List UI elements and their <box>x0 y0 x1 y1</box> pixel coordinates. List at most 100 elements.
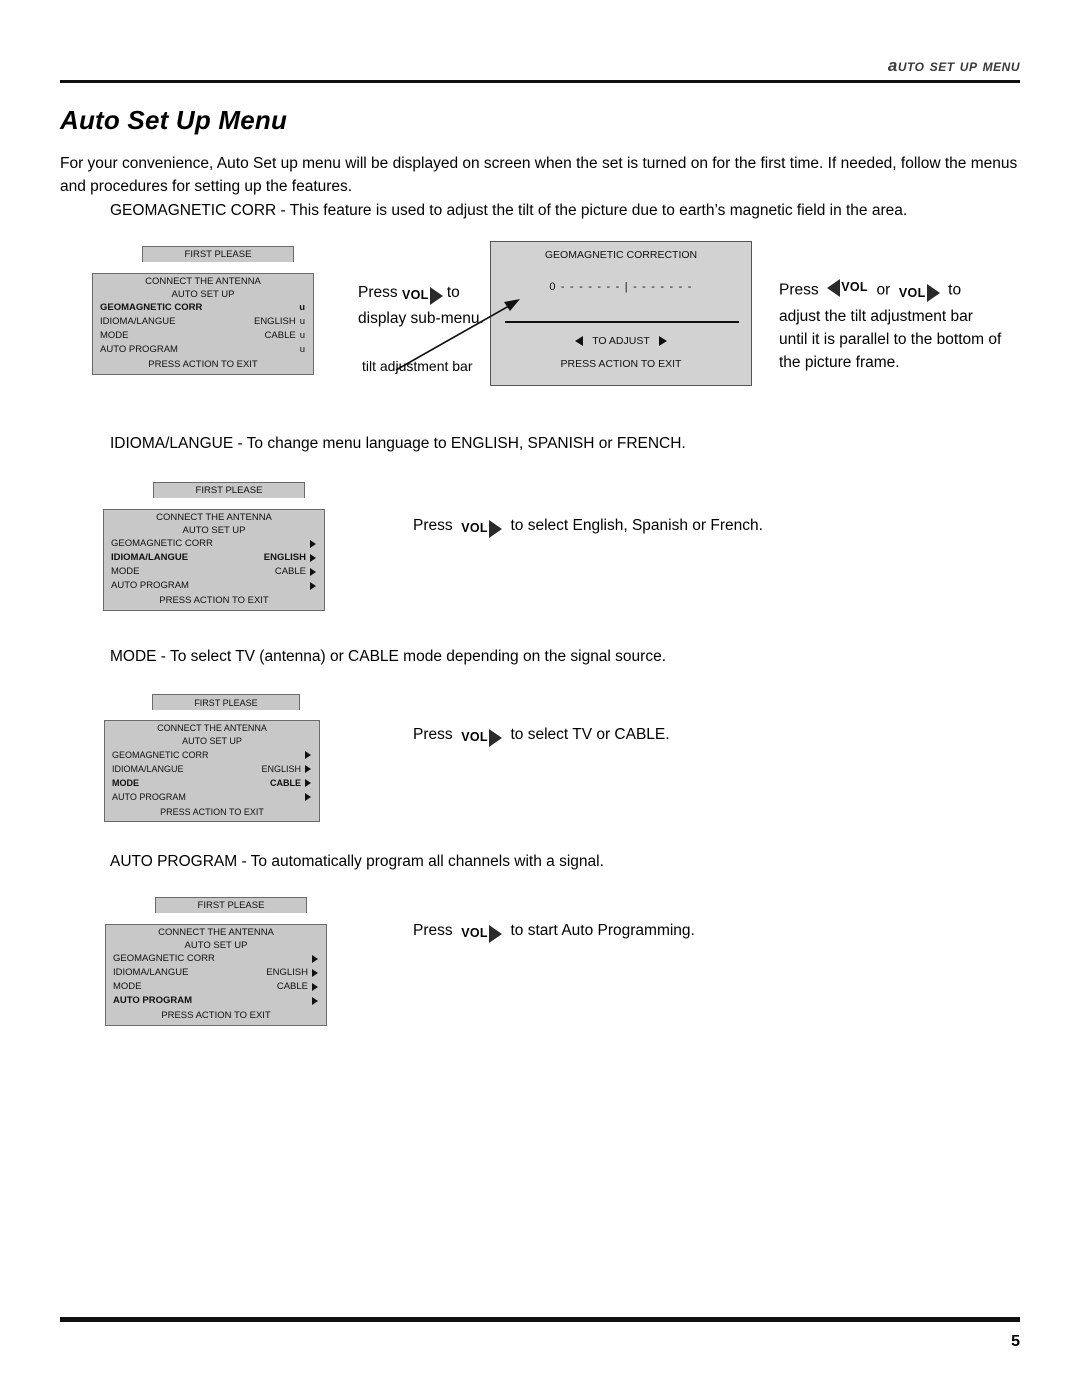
right-arrow-icon <box>310 582 316 590</box>
osd-row-mode[interactable]: MODE CABLE u <box>93 329 313 343</box>
osd-body: CONNECT THE ANTENNA AUTO SET UP GEOMAGNE… <box>105 924 327 1026</box>
osd-row-label: IDIOMA/LANGUE <box>113 967 189 978</box>
osd-tab: FIRST PLEASE <box>142 246 294 262</box>
right-arrow-icon <box>305 793 311 801</box>
osd-tab: FIRST PLEASE <box>153 482 305 498</box>
osd-row-mode[interactable]: MODE CABLE <box>104 565 324 579</box>
section-description-idioma: IDIOMA/LANGUE - To change menu language … <box>110 435 686 452</box>
osd-row-idioma[interactable]: IDIOMA/LANGUE ENGLISH <box>105 762 319 776</box>
right-arrow-icon <box>305 751 311 759</box>
submenu-title: GEOMAGNETIC CORRECTION <box>544 249 698 261</box>
instruction-tail: to select TV or CABLE. <box>510 726 670 743</box>
left-arrow-icon <box>827 278 841 297</box>
callout-label-tilt-bar: tilt adjustment bar <box>362 358 473 374</box>
osd-tab-line1: FIRST PLEASE <box>184 249 252 260</box>
osd-row-label: IDIOMA/LANGUE <box>112 764 184 774</box>
section-description-mode: MODE - To select TV (antenna) or CABLE m… <box>110 648 667 665</box>
osd-row-label: MODE <box>111 566 140 577</box>
osd-row-value: CABLE <box>264 330 296 341</box>
osd-tab-line1: FIRST PLEASE <box>194 698 258 708</box>
press-label: Press <box>779 281 819 299</box>
osd-subtitle: AUTO SET UP <box>182 525 246 536</box>
osd-tab-line2: CONNECT THE ANTENNA <box>156 512 272 523</box>
right-arrow-icon: u <box>299 302 305 313</box>
osd-row-geomagnetic[interactable]: GEOMAGNETIC CORR <box>106 952 326 966</box>
osd-body: CONNECT THE ANTENNA AUTO SET UP GEOMAGNE… <box>104 720 320 822</box>
osd-row-auto-program[interactable]: AUTO PROGRAM <box>106 994 326 1008</box>
osd-row-mode[interactable]: MODE CABLE <box>106 980 326 994</box>
osd-subtitle: AUTO SET UP <box>171 289 235 300</box>
submenu-footer: PRESS ACTION TO EXIT <box>560 358 682 370</box>
osd-row-value: ENGLISH <box>263 552 306 563</box>
osd-row-mode[interactable]: MODE CABLE <box>105 776 319 790</box>
right-arrow-icon <box>305 779 311 787</box>
vol-left-button[interactable]: VOL <box>827 276 868 299</box>
osd-row-auto-program[interactable]: AUTO PROGRAM <box>105 790 319 804</box>
page-title: Auto Set Up Menu <box>60 105 288 136</box>
osd-row-geomagnetic[interactable]: GEOMAGNETIC CORR u <box>93 301 313 315</box>
osd-row-geomagnetic[interactable]: GEOMAGNETIC CORR <box>105 748 319 762</box>
right-arrow-icon <box>488 728 502 747</box>
osd-row-label: MODE <box>112 778 139 788</box>
osd-row-label: GEOMAGNETIC CORR <box>113 953 215 964</box>
right-arrow-icon[interactable] <box>658 336 667 346</box>
osd-row-idioma[interactable]: IDIOMA/LANGUE ENGLISH <box>104 551 324 565</box>
osd-row-label: GEOMAGNETIC CORR <box>100 302 203 313</box>
press-label: Press <box>413 922 453 939</box>
right-arrow-icon <box>926 284 940 302</box>
right-arrow-icon <box>312 983 318 991</box>
osd-footer: PRESS ACTION TO EXIT <box>160 807 264 817</box>
right-arrow-icon <box>310 568 316 576</box>
osd-footer: PRESS ACTION TO EXIT <box>148 359 258 370</box>
vol-right-button[interactable]: VOL <box>461 726 502 749</box>
vol-right-button[interactable]: VOL <box>899 282 940 305</box>
osd-row-value: ENGLISH <box>253 316 296 327</box>
press-label: Press <box>413 517 453 534</box>
press-label: Press <box>413 726 453 743</box>
right-arrow-icon <box>488 519 502 538</box>
osd-row-label: AUTO PROGRAM <box>111 580 189 591</box>
osd-row-label: AUTO PROGRAM <box>113 995 192 1006</box>
osd-row-auto-program[interactable]: AUTO PROGRAM u <box>93 343 313 357</box>
right-arrow-icon <box>312 969 318 977</box>
osd-row-label: GEOMAGNETIC CORR <box>112 750 209 760</box>
osd-body: CONNECT THE ANTENNA AUTO SET UP GEOMAGNE… <box>92 273 314 375</box>
osd-subtitle: AUTO SET UP <box>184 940 248 951</box>
osd-row-label: GEOMAGNETIC CORR <box>111 538 213 549</box>
right-arrow-icon <box>305 765 311 773</box>
left-arrow-icon[interactable] <box>575 336 584 346</box>
osd-row-label: IDIOMA/LANGUE <box>111 552 189 563</box>
right-arrow-icon: u <box>299 330 305 341</box>
osd-row-value: ENGLISH <box>266 967 308 978</box>
osd-row-label: MODE <box>100 330 129 341</box>
right-arrow-icon <box>310 540 316 548</box>
osd-row-idioma[interactable]: IDIOMA/LANGUE ENGLISH u <box>93 315 313 329</box>
instruction-mode: Press VOL to select TV or CABLE. <box>413 723 670 749</box>
section-description-auto-program: AUTO PROGRAM - To automatically program … <box>110 853 604 870</box>
osd-row-value: ENGLISH <box>261 764 301 774</box>
osd-row-geomagnetic[interactable]: GEOMAGNETIC CORR <box>104 537 324 551</box>
footer-rule <box>60 1317 1020 1322</box>
osd-row-label: IDIOMA/LANGUE <box>100 316 176 327</box>
vol-right-button[interactable]: VOL <box>461 517 502 540</box>
running-head: Auto Set Up Menu <box>887 56 1020 75</box>
to-label: to <box>948 281 962 299</box>
tilt-adjustment-bar[interactable] <box>505 321 739 323</box>
osd-tab-line2: CONNECT THE ANTENNA <box>157 723 267 733</box>
right-arrow-icon: u <box>299 344 305 355</box>
vol-right-button[interactable]: VOL <box>461 922 502 945</box>
submenu-adjust-label: TO ADJUST <box>592 335 650 347</box>
page-number: 5 <box>1011 1333 1020 1350</box>
right-arrow-icon <box>488 924 502 943</box>
right-arrow-icon <box>312 997 318 1005</box>
osd-row-auto-program[interactable]: AUTO PROGRAM <box>104 579 324 593</box>
osd-row-idioma[interactable]: IDIOMA/LANGUE ENGLISH <box>106 966 326 980</box>
osd-row-value: CABLE <box>274 566 306 577</box>
or-label: or <box>876 281 891 299</box>
instruction-geomagnetic-right: Press VOL or VOL to adjust the tilt adju… <box>779 276 1024 374</box>
instruction-line4: the picture frame. <box>779 353 900 371</box>
osd-tab: FIRST PLEASE <box>155 897 307 913</box>
section-description-geomagnetic: GEOMAGNETIC CORR - This feature is used … <box>110 202 908 219</box>
right-arrow-icon <box>312 955 318 963</box>
osd-row-value: CABLE <box>276 981 308 992</box>
